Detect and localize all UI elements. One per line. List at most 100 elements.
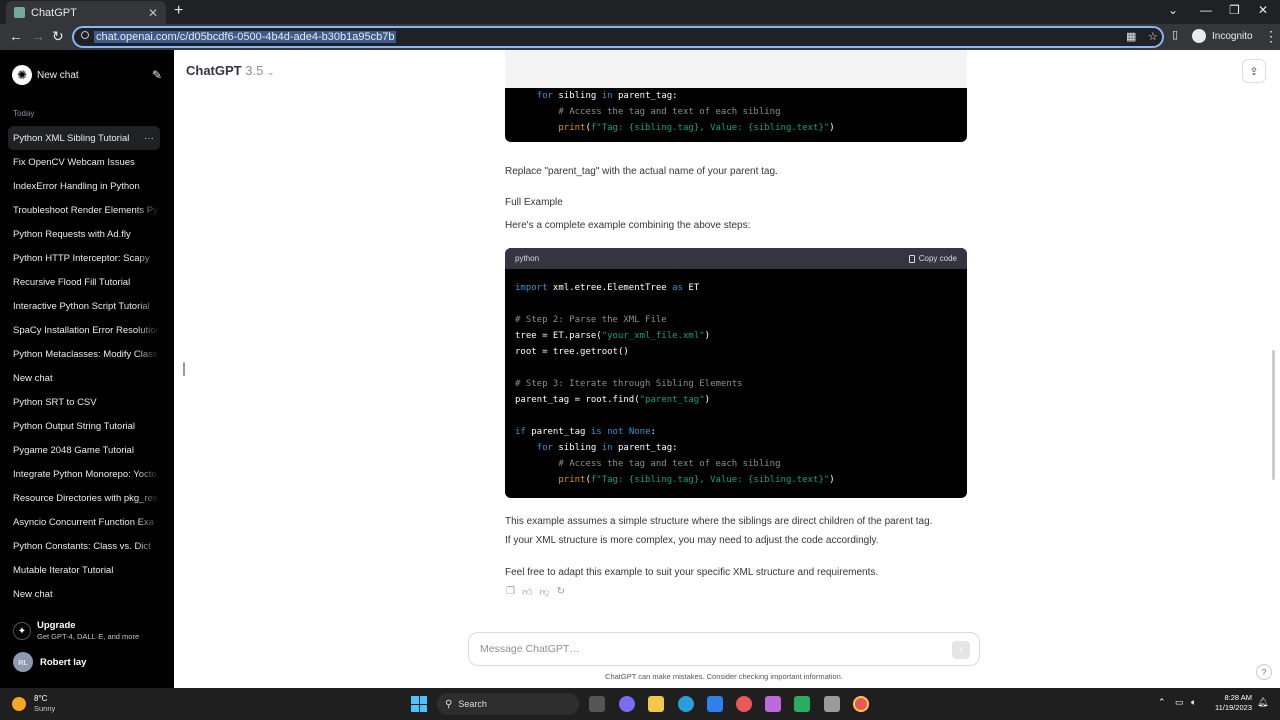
sidebar-chat-label: Asyncio Concurrent Function Exa: [13, 516, 154, 528]
scrollbar[interactable]: [1272, 350, 1275, 480]
incognito-icon: [1192, 29, 1206, 43]
forward-icon[interactable]: →: [31, 28, 45, 44]
text-fade: [136, 150, 160, 174]
taskbar-search[interactable]: ⚲ Search: [437, 693, 579, 715]
code-content-partial: for sibling in parent_tag: # Access the …: [536, 91, 835, 133]
edge-browser-icon[interactable]: [678, 696, 694, 712]
chatgpt-favicon-icon: [14, 7, 25, 18]
task-view-icon[interactable]: [589, 696, 605, 712]
sidebar-chat-item[interactable]: Asyncio Concurrent Function Exa: [8, 510, 160, 534]
sidebar-chat-label: Fix OpenCV Webcam Issues: [13, 156, 135, 168]
more-options-icon[interactable]: ···: [144, 133, 154, 144]
sidebar-chat-label: New chat: [13, 372, 53, 384]
side-panel-icon[interactable]: ▯: [1172, 28, 1178, 41]
sidebar-chat-item[interactable]: Python XML Sibling Tutorial ···: [8, 126, 160, 150]
sidebar-chat-item[interactable]: Python Constants: Class vs. Dict: [8, 534, 160, 558]
sidebar-chat-label: Mutable Iterator Tutorial: [13, 564, 114, 576]
edit-icon[interactable]: ✎: [152, 68, 162, 82]
maximize-icon[interactable]: ❐: [1229, 3, 1240, 17]
site-info-icon[interactable]: [81, 31, 89, 39]
text-fade: [136, 366, 160, 390]
image-app-icon[interactable]: [824, 696, 840, 712]
bookmark-star-icon[interactable]: ☆: [1148, 30, 1158, 43]
chat-app-icon[interactable]: [619, 696, 635, 712]
chrome-icon[interactable]: [736, 696, 752, 712]
send-button[interactable]: ↑: [952, 641, 970, 659]
reload-icon[interactable]: ↻: [52, 28, 64, 45]
store-icon[interactable]: [707, 696, 723, 712]
thumbs-down-icon[interactable]: 👎︎: [539, 586, 549, 598]
sidebar-collapse-handle[interactable]: [183, 362, 185, 376]
system-clock[interactable]: 8:28 AM 11/19/2023: [1208, 693, 1252, 713]
url-text[interactable]: chat.openai.com/c/d05bcdf6-0500-4b4d-ade…: [94, 31, 397, 43]
app-icon[interactable]: [765, 696, 781, 712]
sidebar-chat-item[interactable]: Fix OpenCV Webcam Issues: [8, 150, 160, 174]
tray-chevron-icon[interactable]: ⌃: [1158, 697, 1166, 708]
new-chat-button[interactable]: ✺ New chat ✎: [12, 64, 162, 86]
code-content: import xml.etree.ElementTree as ET # Ste…: [515, 283, 835, 485]
explanation-line-1: This example assumes a simple structure …: [505, 516, 933, 527]
incognito-indicator[interactable]: Incognito: [1192, 29, 1253, 43]
windows-start-icon[interactable]: [411, 696, 427, 712]
sidebar-chat-label: IndexError Handling in Python: [13, 180, 140, 192]
weather-widget[interactable]: 8°C Sunny: [12, 694, 55, 713]
share-button[interactable]: ⇪: [1242, 59, 1266, 83]
openai-logo-icon: ✺: [12, 65, 32, 85]
text-fade: [136, 342, 160, 366]
history-section-label: Today: [13, 109, 35, 118]
sidebar-chat-item[interactable]: Python Requests with Ad.fly: [8, 222, 160, 246]
browser-menu-icon[interactable]: ⋮: [1264, 28, 1278, 45]
sidebar-chat-item[interactable]: New chat: [8, 366, 160, 390]
notification-icon[interactable]: 🔔︎: [1257, 697, 1268, 708]
sidebar-chat-item[interactable]: Python HTTP Interceptor: Scapy: [8, 246, 160, 270]
sparkle-icon: ✦: [13, 622, 31, 640]
sidebar-chat-item[interactable]: Python Output String Tutorial: [8, 414, 160, 438]
sidebar: ✺ New chat ✎ Today Python XML Sibling Tu…: [0, 50, 174, 688]
back-icon[interactable]: ←: [9, 28, 23, 44]
sidebar-chat-item[interactable]: Recursive Flood Fill Tutorial: [8, 270, 160, 294]
sidebar-chat-item[interactable]: IndexError Handling in Python: [8, 174, 160, 198]
sidebar-chat-item[interactable]: Resource Directories with pkg_res: [8, 486, 160, 510]
copy-code-button[interactable]: Copy code: [908, 254, 957, 263]
sidebar-chat-label: Python Constants: Class vs. Dict: [13, 540, 151, 552]
sidebar-chat-item[interactable]: Interactive Python Script Tutorial: [8, 294, 160, 318]
sidebar-chat-label: Recursive Flood Fill Tutorial: [13, 276, 131, 288]
address-bar[interactable]: chat.openai.com/c/d05bcdf6-0500-4b4d-ade…: [72, 26, 1164, 48]
volume-icon[interactable]: 🔈︎: [1191, 697, 1196, 708]
sidebar-chat-item[interactable]: New chat: [8, 582, 160, 606]
text-fade: [136, 510, 160, 534]
close-tab-icon[interactable]: ✕: [148, 6, 158, 20]
file-explorer-icon[interactable]: [648, 696, 664, 712]
sidebar-chat-item[interactable]: Python SRT to CSV: [8, 390, 160, 414]
sidebar-chat-label: Python Requests with Ad.fly: [13, 228, 131, 240]
help-icon[interactable]: ?: [1256, 664, 1272, 680]
chevron-down-icon: ⌄: [266, 67, 275, 77]
model-selector[interactable]: ChatGPT 3.5 ⌄: [186, 63, 275, 78]
tab-search-icon[interactable]: ⌄: [1168, 3, 1178, 17]
chrome-incognito-icon[interactable]: [853, 696, 869, 712]
sidebar-chat-item[interactable]: Mutable Iterator Tutorial: [8, 558, 160, 582]
close-window-icon[interactable]: ✕: [1258, 3, 1268, 17]
clock-time: 8:28 AM: [1224, 693, 1252, 702]
network-icon[interactable]: ▭: [1175, 697, 1184, 708]
upgrade-button[interactable]: ✦ Upgrade Get GPT-4, DALL·E, and more: [13, 620, 163, 641]
qr-code-icon[interactable]: ▦: [1126, 30, 1136, 43]
sidebar-chat-item[interactable]: Integrate Python Monorepo: Yocto: [8, 462, 160, 486]
upgrade-subtitle: Get GPT-4, DALL·E, and more: [37, 632, 140, 641]
minimize-icon[interactable]: —: [1200, 3, 1212, 17]
message-input[interactable]: Message ChatGPT… ↑: [468, 632, 980, 666]
text-fade: [136, 414, 160, 438]
thumbs-up-icon[interactable]: 👍︎: [522, 586, 532, 598]
sidebar-chat-item[interactable]: SpaCy Installation Error Resolution: [8, 318, 160, 342]
sidebar-chat-item[interactable]: Troubleshoot Render Elements Py: [8, 198, 160, 222]
browser-tab[interactable]: ChatGPT ✕: [6, 1, 166, 24]
text-fade: [136, 198, 160, 222]
user-menu[interactable]: RL Robert lay: [13, 652, 86, 672]
regenerate-icon[interactable]: ↻: [557, 586, 565, 598]
sidebar-chat-item[interactable]: Python Metaclasses: Modify Class: [8, 342, 160, 366]
sidebar-chat-label: Python SRT to CSV: [13, 396, 97, 408]
new-tab-icon[interactable]: +: [174, 2, 183, 20]
sidebar-chat-item[interactable]: Pygame 2048 Game Tutorial: [8, 438, 160, 462]
copy-icon[interactable]: ❐: [506, 586, 515, 598]
editor-icon[interactable]: [794, 696, 810, 712]
